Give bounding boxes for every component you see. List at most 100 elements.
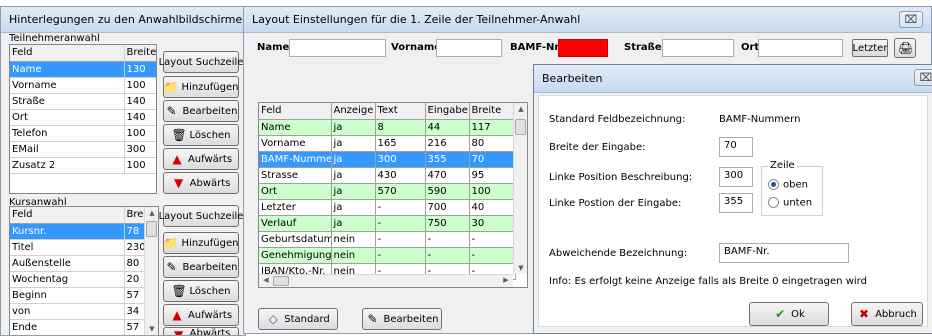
breite-cell: 78: [124, 223, 147, 240]
ok-button[interactable]: ✔ Ok: [749, 302, 829, 326]
print-button[interactable]: 🖨: [894, 38, 916, 58]
close-icon[interactable]: ⌧: [899, 11, 923, 28]
eingabe-cell: 355: [425, 151, 470, 168]
dialog-close-icon[interactable]: ⌧: [914, 69, 932, 86]
teilnehmer-delete-button[interactable]: 🗑 Löschen: [163, 124, 239, 146]
list-item[interactable]: Titel 230: [10, 239, 147, 256]
layout-table-hscroll-thumb[interactable]: [273, 276, 289, 286]
hdr-vorname-input[interactable]: [436, 39, 502, 57]
links-eingabe-input[interactable]: 355: [719, 193, 753, 213]
teilnehmer-edit-button[interactable]: ✎ Bearbeiten: [163, 100, 239, 122]
list-item[interactable]: EMail 300: [10, 141, 156, 158]
list-item[interactable]: Beginn 57: [10, 287, 147, 304]
hdr-strasse-input[interactable]: [662, 39, 734, 57]
cancel-label: Abbruch: [875, 308, 917, 320]
feld-cell: Wochentag: [10, 271, 125, 288]
folder-add-icon: 📁: [163, 236, 179, 250]
list-item[interactable]: Vorname 100: [10, 77, 156, 94]
feld-cell: Außenstelle: [10, 255, 125, 272]
letzter-button[interactable]: Letzter: [852, 39, 888, 57]
cancel-button[interactable]: ✖ Abbruch: [851, 302, 923, 326]
teilnehmer-layout-label: Layout Suchzeile: [158, 56, 244, 68]
eingabe-cell: 590: [425, 183, 470, 200]
breite-cell: 100: [124, 125, 156, 142]
text-cell: 8: [375, 119, 426, 136]
column-header: Text: [375, 103, 426, 120]
kurs-layout-button[interactable]: Layout Suchzeile: [159, 205, 243, 227]
hdr-name-input[interactable]: [289, 39, 386, 57]
eingabe-cell: -: [425, 231, 470, 248]
table-row[interactable]: BAMF-Nummernja30035570: [259, 151, 516, 168]
abw-input[interactable]: BAMF-Nr.: [719, 243, 849, 263]
table-row[interactable]: Vorname ja 165 216 80: [259, 135, 516, 152]
standard-label: Standard: [284, 313, 330, 325]
zeile-oben-radio[interactable]: oben: [768, 179, 808, 191]
anzeige-cell: ja: [331, 167, 376, 184]
radio-on-icon: [768, 179, 779, 190]
layout-edit-button[interactable]: ✎ Bearbeiten: [362, 308, 442, 330]
teilnehmer-add-button[interactable]: 📁 Hinzufügen: [163, 76, 239, 98]
eingabe-cell: -: [425, 247, 470, 264]
hdr-ort-label: Ort: [741, 42, 760, 53]
list-item[interactable]: Straße 140: [10, 93, 156, 110]
teilnehmer-down-label: Abwärts: [189, 177, 231, 189]
bearbeiten-dialog: Bearbeiten ⌧ Standard Feldbezeichnung: B…: [533, 64, 932, 334]
feld-cell: Ort: [10, 109, 125, 126]
kurs-edit-button[interactable]: ✎ Bearbeiten: [163, 256, 239, 278]
list-item[interactable]: von 34: [10, 303, 147, 320]
kurs-add-button[interactable]: 📁 Hinzufügen: [163, 232, 239, 254]
hdr-bamf-input[interactable]: [558, 39, 608, 57]
kurs-up-button[interactable]: ▲ Aufwärts: [163, 304, 239, 326]
kurs-list[interactable]: Feld Bre Kursnr. 78 Titel 230 Außenstelle 80 Woc…: [9, 206, 159, 335]
cancel-x-icon: ✖: [859, 307, 870, 321]
table-row[interactable]: Genehmigungsstnein---: [259, 247, 516, 264]
anzeige-cell: nein: [331, 231, 376, 248]
zeile-unten-radio[interactable]: unten: [768, 197, 812, 209]
table-row[interactable]: Geburtsdatum nein - - -: [259, 231, 516, 248]
column-header: Feld: [259, 103, 332, 120]
anzeige-cell: ja: [331, 183, 376, 200]
table-row[interactable]: Ort ja 570 590 100: [259, 183, 516, 200]
layout-table-hscroll[interactable]: ◀ ▶: [259, 274, 513, 287]
layout-table-vscroll-thumb[interactable]: [515, 119, 526, 135]
text-cell: 165: [375, 135, 426, 152]
feld-cell: Letzter: [259, 199, 332, 216]
list-item[interactable]: Zusatz 2 100: [10, 157, 156, 174]
layout-table[interactable]: Feld Anzeige Text Eingabe Breite Name ja 8 44 117…: [258, 102, 528, 288]
links-beschr-label: Linke Position Beschreibung:: [549, 172, 693, 183]
list-item[interactable]: Name 130: [10, 61, 156, 78]
zeile-unten-label: unten: [783, 197, 813, 209]
table-row[interactable]: Verlauf ja -750 30: [259, 215, 516, 232]
feld-cell: Geburtsdatum: [259, 231, 332, 248]
teilnehmer-down-button[interactable]: ▼ Abwärts: [163, 172, 239, 194]
standard-button[interactable]: ◇ Standard: [258, 308, 338, 330]
text-cell: 430: [375, 167, 426, 184]
breite-cell: 30: [469, 215, 516, 232]
kurs-list-scrollbar[interactable]: ▲ ▼: [144, 207, 158, 335]
links-beschr-input[interactable]: 300: [719, 167, 753, 187]
breite-input[interactable]: 70: [719, 137, 753, 157]
kurs-scroll-thumb[interactable]: [146, 221, 157, 237]
list-item[interactable]: Kursnr. 78: [10, 223, 147, 240]
list-item[interactable]: Ort 140: [10, 109, 156, 126]
teilnehmer-list[interactable]: Feld Breite Name 130 Vorname 100 Straße 140 Ort 1…: [9, 44, 157, 194]
left-window: Hinterlegungen zu den Anwahlbildschirmen…: [0, 6, 246, 336]
teilnehmer-up-button[interactable]: ▲ Aufwärts: [163, 148, 239, 170]
list-item[interactable]: Außenstelle 80: [10, 255, 147, 272]
feld-cell: Ende: [10, 319, 125, 335]
dialog-title: Bearbeiten: [534, 65, 932, 93]
hdr-vorname-label: Vorname: [391, 42, 442, 53]
kurs-down-button[interactable]: ▼ Abwärts: [163, 327, 239, 335]
table-row[interactable]: Letzter ja -700 40: [259, 199, 516, 216]
layout-table-vscroll[interactable]: ▲ ▼: [513, 103, 527, 274]
feld-cell: EMail: [10, 141, 125, 158]
trash-icon: 🗑: [171, 128, 187, 142]
kurs-delete-button[interactable]: 🗑 Löschen: [163, 280, 239, 302]
table-row[interactable]: Name ja 8 44 117: [259, 119, 516, 136]
table-row[interactable]: Strasse ja 430 470 95: [259, 167, 516, 184]
list-item[interactable]: Wochentag 20: [10, 271, 147, 288]
hdr-ort-input[interactable]: [758, 39, 843, 57]
list-item[interactable]: Ende 57: [10, 319, 147, 335]
teilnehmer-layout-button[interactable]: Layout Suchzeile: [159, 51, 243, 73]
list-item[interactable]: Telefon 100: [10, 125, 156, 142]
